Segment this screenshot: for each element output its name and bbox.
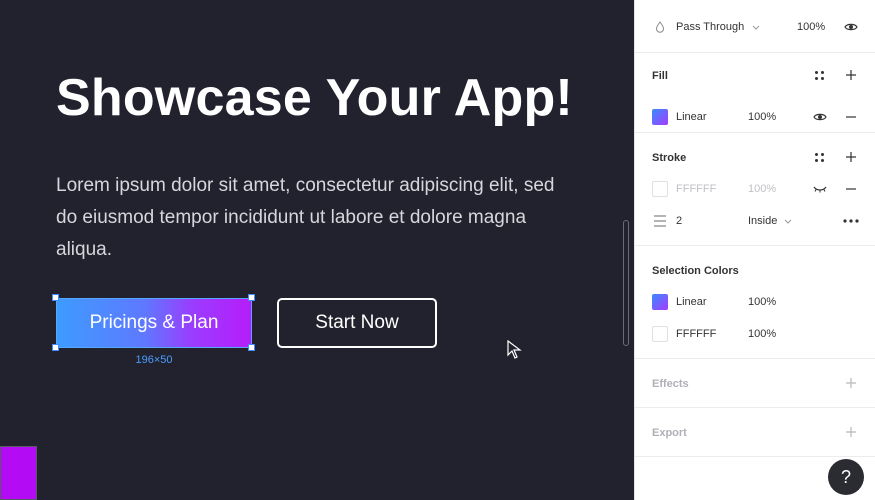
stroke-opacity[interactable]: 100% [748,183,776,195]
selection-size-label: 196×50 [135,354,173,366]
selection-color-row[interactable]: FFFFFF 100% [635,318,875,350]
resize-handle-top-left[interactable] [52,294,59,301]
hero-title[interactable]: Showcase Your App! [56,68,573,128]
hero-body-text[interactable]: Lorem ipsum dolor sit amet, consectetur … [56,170,576,266]
purple-frame[interactable] [0,446,37,500]
resize-handle-top-right[interactable] [248,294,255,301]
style-grid-icon[interactable] [813,69,825,81]
start-now-button[interactable]: Start Now [277,298,437,348]
stroke-title: Stroke [652,152,687,164]
selection-color-swatch[interactable] [652,294,668,310]
stroke-weight-icon [654,215,666,227]
stroke-swatch[interactable] [652,181,668,197]
selection-color-label[interactable]: Linear [676,296,707,308]
layer-section: Pass Through 100% [635,0,875,53]
remove-fill-icon[interactable] [845,116,857,118]
resize-handle-bottom-left[interactable] [52,344,59,351]
selection-colors-title: Selection Colors [652,265,739,277]
remove-stroke-icon[interactable] [845,188,857,190]
selection-color-swatch[interactable] [652,326,668,342]
add-stroke-icon[interactable] [845,151,857,163]
mouse-cursor-icon [507,340,522,359]
export-title: Export [652,427,687,439]
blend-mode-dropdown[interactable]: Pass Through [676,21,744,33]
blend-drop-icon [655,21,665,33]
chevron-down-icon[interactable] [752,25,760,30]
selection-color-row[interactable]: Linear 100% [635,286,875,318]
effects-section: Effects [635,359,875,408]
selection-color-opacity[interactable]: 100% [748,296,776,308]
fill-section: Fill Linear 100% [635,53,875,133]
stroke-weight-input[interactable]: 2 [676,215,682,227]
selection-color-opacity[interactable]: 100% [748,328,776,340]
selection-color-label[interactable]: FFFFFF [676,328,716,340]
more-options-icon[interactable] [843,219,859,223]
fill-type[interactable]: Linear [676,111,707,123]
add-fill-icon[interactable] [845,69,857,81]
add-effect-icon[interactable] [845,377,857,389]
selection-colors-section: Selection Colors Linear 100% FFFFFF 100% [635,246,875,359]
stroke-position-dropdown[interactable]: Inside [748,215,777,227]
fill-opacity[interactable]: 100% [748,111,776,123]
add-export-icon[interactable] [845,426,857,438]
help-button[interactable]: ? [828,459,864,495]
eye-icon[interactable] [844,22,858,32]
stroke-color-hex[interactable]: FFFFFF [676,183,716,195]
resize-handle-bottom-right[interactable] [248,344,255,351]
eye-closed-icon[interactable] [813,185,827,193]
style-grid-icon[interactable] [813,151,825,163]
canvas-scrollbar[interactable] [623,220,629,346]
fill-title: Fill [652,70,668,82]
eye-icon[interactable] [813,112,827,122]
layer-opacity[interactable]: 100% [797,21,825,33]
effects-title: Effects [652,378,689,390]
chevron-down-icon[interactable] [784,219,792,224]
stroke-section: Stroke FFFFFF 100% 2 Inside [635,133,875,246]
design-canvas[interactable]: Showcase Your App! Lorem ipsum dolor sit… [0,0,634,500]
properties-panel: Pass Through 100% Fill Linear 100% Strok… [634,0,875,500]
fill-swatch[interactable] [652,109,668,125]
pricing-plan-button[interactable]: Pricings & Plan [56,298,252,348]
export-section: Export [635,408,875,457]
